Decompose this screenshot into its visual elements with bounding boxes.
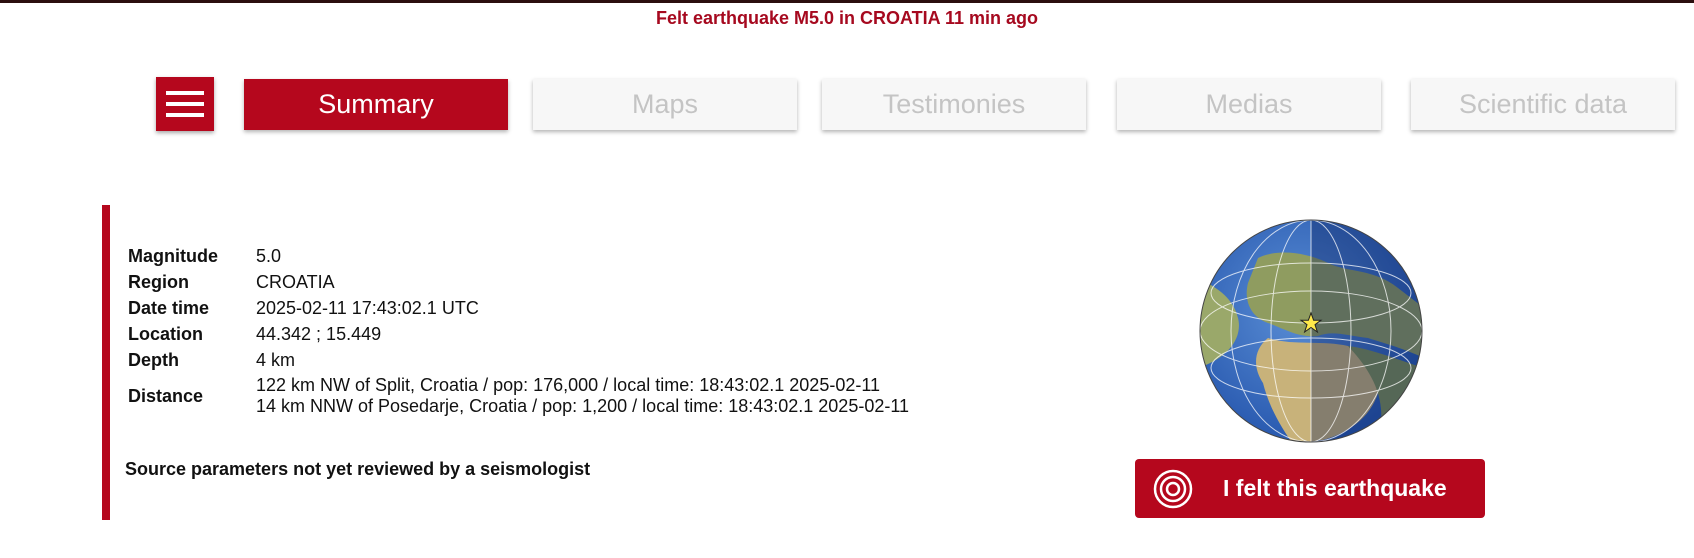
- review-status-note: Source parameters not yet reviewed by a …: [125, 459, 591, 479]
- magnitude-value: 5.0: [256, 246, 282, 266]
- hamburger-icon-bar: [166, 102, 204, 106]
- datetime-value: 2025-02-11 17:43:02.1 UTC: [256, 298, 479, 318]
- distance-line: 14 km NNW of Posedarje, Croatia / pop: 1…: [256, 396, 910, 416]
- location-label: Location: [128, 324, 203, 344]
- top-border: [0, 0, 1694, 3]
- tab-maps[interactable]: Maps: [533, 79, 797, 130]
- page-headline[interactable]: Felt earthquake M5.0 in CROATIA 11 min a…: [0, 8, 1694, 29]
- info-row-magnitude: Magnitude 5.0: [124, 243, 913, 269]
- earthquake-info-table: Magnitude 5.0 Region CROATIA Date time 2…: [124, 243, 913, 419]
- distance-value: 122 km NW of Split, Croatia / pop: 176,0…: [252, 373, 913, 419]
- tab-scientific-data[interactable]: Scientific data: [1411, 79, 1675, 130]
- tab-summary[interactable]: Summary: [244, 79, 508, 130]
- info-row-depth: Depth 4 km: [124, 347, 913, 373]
- tab-testimonies[interactable]: Testimonies: [822, 79, 1086, 130]
- depth-value: 4 km: [256, 350, 296, 370]
- hamburger-icon-bar: [166, 113, 204, 117]
- hamburger-menu-button[interactable]: [156, 77, 214, 131]
- info-row-datetime: Date time 2025-02-11 17:43:02.1 UTC: [124, 295, 913, 321]
- felt-button-label: I felt this earthquake: [1223, 475, 1447, 501]
- seismic-rings-icon: [1153, 469, 1193, 508]
- i-felt-earthquake-button[interactable]: I felt this earthquake: [1135, 459, 1485, 518]
- summary-panel-accent-bar: [102, 205, 110, 520]
- info-row-location: Location 44.342 ; 15.449: [124, 321, 913, 347]
- distance-label: Distance: [128, 386, 204, 406]
- epicenter-globe[interactable]: [1198, 218, 1424, 444]
- region-value: CROATIA: [256, 272, 335, 292]
- distance-line: 122 km NW of Split, Croatia / pop: 176,0…: [256, 375, 881, 395]
- depth-label: Depth: [128, 350, 179, 370]
- region-label: Region: [128, 272, 189, 292]
- tab-medias[interactable]: Medias: [1117, 79, 1381, 130]
- info-row-region: Region CROATIA: [124, 269, 913, 295]
- info-row-distance: Distance 122 km NW of Split, Croatia / p…: [124, 373, 913, 419]
- magnitude-label: Magnitude: [128, 246, 218, 266]
- datetime-label: Date time: [128, 298, 210, 318]
- hamburger-icon-bar: [166, 91, 204, 95]
- location-value: 44.342 ; 15.449: [256, 324, 382, 344]
